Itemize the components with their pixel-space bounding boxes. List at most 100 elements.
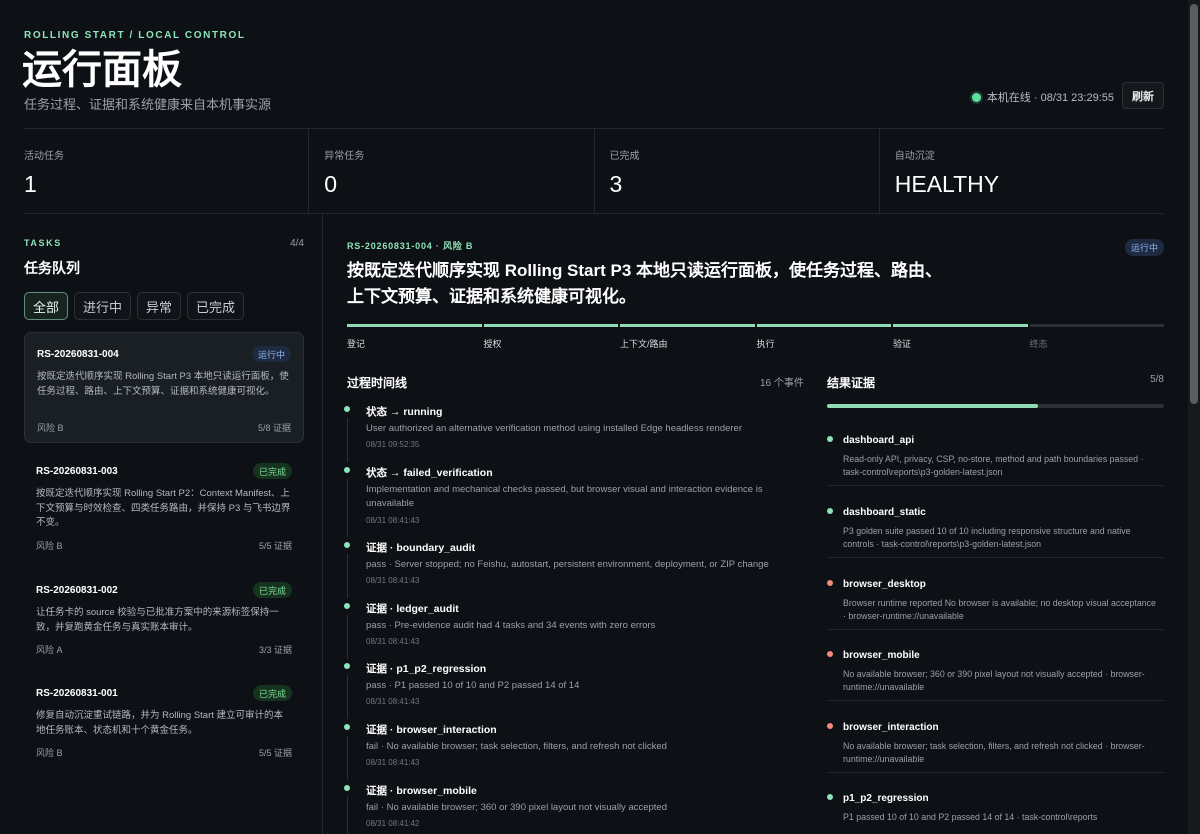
task-card[interactable]: RS-20260831-004 运行中 按既定迭代顺序实现 Rolling St… (24, 332, 304, 443)
stage-final: 终态 (1029, 324, 1164, 354)
event-description: pass · P1 passed 10 of 10 and P2 passed … (366, 680, 580, 691)
timeline-event: 证据 · browser_mobile fail · No available … (344, 779, 807, 834)
evidence-count: 5/8 (1150, 374, 1164, 385)
stage-label: 终态 (1029, 339, 1048, 349)
timeline-event: 证据 · boundary_audit pass · Server stoppe… (344, 536, 807, 598)
task-description: 按既定迭代顺序实现 Rolling Start P3 本地只读运行面板，使任务过… (37, 371, 289, 397)
timeline-dot-icon (344, 542, 350, 548)
task-risk: 风险 A (36, 645, 63, 655)
stage-label: 登记 (347, 339, 366, 349)
fail-dot-icon (827, 723, 833, 729)
event-description: Implementation and mechanical checks pas… (366, 484, 763, 509)
event-title: 状态 → running (366, 406, 443, 418)
timeline-dot-icon (344, 603, 350, 609)
filter-abnormal[interactable]: 异常 (137, 292, 182, 320)
dashboard-page: ROLLING START / LOCAL CONTROL 运行面板 任务过程、… (0, 0, 1188, 834)
stage-bar (620, 324, 755, 327)
evidence-description: No available browser; task selection, fi… (843, 741, 1145, 764)
page-title: 运行面板 (22, 48, 182, 92)
timeline-event: 证据 · p1_p2_regression pass · P1 passed 1… (344, 657, 807, 719)
task-id: RS-20260831-001 (36, 688, 118, 699)
stat-active-tasks: 活动任务 1 (24, 129, 310, 213)
filter-running[interactable]: 进行中 (74, 292, 132, 320)
event-description: fail · No available browser; task select… (366, 741, 667, 752)
task-card[interactable]: RS-20260831-003 已完成 按既定迭代顺序实现 Rolling St… (24, 450, 304, 562)
timeline-event: 状态 → running User authorized an alternat… (344, 400, 807, 462)
timeline-count: 16 个事件 (760, 378, 804, 389)
evidence-description: P3 golden suite passed 10 of 10 includin… (843, 526, 1131, 549)
stage-authorize: 授权 (483, 324, 618, 354)
tasks-eyebrow: TASKS (24, 238, 62, 248)
task-filters: 全部 进行中 异常 已完成 (24, 292, 245, 320)
event-title: 证据 · ledger_audit (366, 603, 459, 615)
event-time: 08/31 08:41:42 (366, 819, 420, 828)
evidence-description: Browser runtime reported No browser is a… (843, 598, 1156, 621)
timeline-line (347, 479, 348, 537)
tasks-title: 任务队列 (24, 260, 80, 276)
evidence-item: browser_desktop Browser runtime reported… (827, 564, 1164, 630)
detail-title: 按既定迭代顺序实现 Rolling Start P3 本地只读运行面板，使任务过… (347, 261, 943, 306)
stat-value: 3 (609, 171, 623, 197)
stage-progress: 登记 授权 上下文/路由 执行 验证 终态 (347, 324, 1164, 354)
refresh-button[interactable]: 刷新 (1122, 82, 1164, 109)
evidence-progress-fill (827, 404, 1038, 408)
evidence-name: dashboard_static (843, 507, 926, 518)
fail-dot-icon (827, 580, 833, 586)
task-description: 修复自动沉淀重试链路，并为 Rolling Start 建立可审计的本地任务账本… (36, 710, 284, 736)
task-card[interactable]: RS-20260831-002 已完成 让任务卡的 source 校验与已批准方… (24, 569, 304, 665)
evidence-title: 结果证据 (827, 376, 876, 390)
evidence-item: p1_p2_regression P1 passed 10 of 10 and … (827, 778, 1164, 834)
stage-execute: 执行 (756, 324, 891, 354)
task-id: RS-20260831-004 (37, 349, 119, 360)
event-time: 08/31 08:41:43 (366, 637, 420, 646)
online-status: 本机在线 · 08/31 23:29:55 (971, 89, 1114, 105)
timeline-line (347, 736, 348, 780)
task-queue-panel: TASKS 4/4 任务队列 全部 进行中 异常 已完成 RS-20260831… (24, 214, 323, 834)
page-scrollbar[interactable] (1188, 0, 1200, 834)
evidence-item: dashboard_static P3 golden suite passed … (827, 492, 1164, 558)
scrollbar-thumb[interactable] (1190, 4, 1198, 404)
stage-label: 验证 (893, 339, 912, 349)
status-badge: 已完成 (252, 582, 292, 598)
filter-completed[interactable]: 已完成 (187, 292, 245, 320)
pass-dot-icon (827, 794, 833, 800)
stage-bar (483, 324, 618, 327)
task-id: RS-20260831-002 (36, 585, 118, 596)
task-id: RS-20260831-003 (36, 466, 118, 477)
stat-completed: 已完成 3 (595, 129, 880, 213)
event-title: 状态 → failed_verification (366, 467, 493, 479)
event-time: 08/31 08:41:43 (366, 697, 420, 706)
timeline-line (347, 418, 348, 462)
online-dot-icon (971, 92, 981, 102)
detail-eyebrow: RS-20260831-004 · 风险 B (347, 241, 474, 251)
stat-label: 已完成 (609, 151, 640, 162)
evidence-description: P1 passed 10 of 10 and P2 passed 14 of 1… (843, 812, 1098, 822)
stat-auto-deposit: 自动沉淀 HEALTHY (880, 129, 1164, 213)
stat-label: 自动沉淀 (894, 151, 935, 162)
timeline-event: 证据 · browser_interaction fail · No avail… (344, 718, 807, 780)
evidence-description: Read-only API, privacy, CSP, no-store, m… (843, 454, 1144, 477)
status-badge: 已完成 (252, 685, 292, 701)
stage-bar (893, 324, 1028, 327)
timeline-line (347, 554, 348, 598)
stage-label: 上下文/路由 (620, 339, 668, 349)
stat-value: 1 (24, 171, 37, 197)
evidence-item: browser_interaction No available browser… (827, 707, 1164, 773)
event-title: 证据 · browser_mobile (366, 785, 477, 797)
stat-value: HEALTHY (894, 171, 1000, 197)
task-card[interactable]: RS-20260831-001 已完成 修复自动沉淀重试链路，并为 Rollin… (24, 672, 304, 772)
evidence-name: p1_p2_regression (843, 793, 929, 804)
pass-dot-icon (827, 508, 833, 514)
task-detail-panel: RS-20260831-004 · 风险 B 运行中 按既定迭代顺序实现 Rol… (323, 214, 1164, 834)
stage-verify: 验证 (893, 324, 1028, 354)
pass-dot-icon (827, 436, 833, 442)
fail-dot-icon (827, 651, 833, 657)
stat-value: 0 (324, 171, 338, 197)
task-evidence-count: 5/5 证据 (258, 748, 292, 758)
online-status-text: 本机在线 · 08/31 23:29:55 (986, 92, 1114, 104)
timeline-line (347, 797, 348, 834)
timeline-event: 证据 · ledger_audit pass · Pre-evidence au… (344, 597, 807, 659)
event-time: 08/31 08:41:43 (366, 516, 420, 525)
stage-register: 登记 (347, 324, 482, 354)
filter-all[interactable]: 全部 (24, 292, 69, 320)
